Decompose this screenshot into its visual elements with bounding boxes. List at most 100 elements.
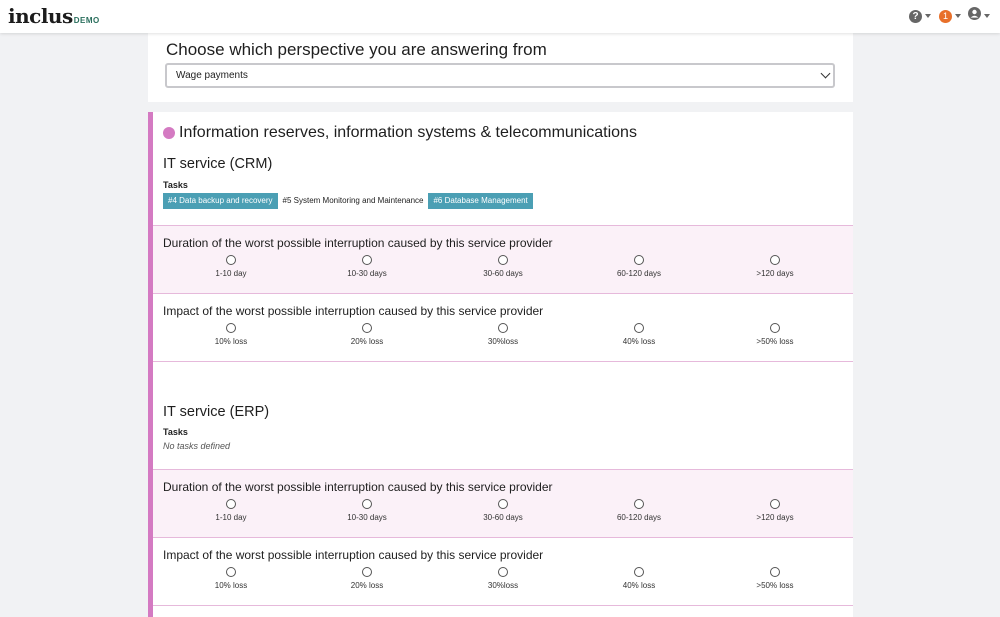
radio-option[interactable]: 20% loss bbox=[322, 567, 412, 590]
radio-label: 10% loss bbox=[214, 337, 248, 346]
notification-icon: 1 bbox=[939, 9, 952, 23]
perspective-card: Choose which perspective you are answeri… bbox=[148, 33, 853, 102]
radio-button[interactable] bbox=[634, 499, 644, 509]
top-navbar: inclusDEMO ? 1 bbox=[0, 0, 1000, 33]
radio-button[interactable] bbox=[770, 323, 780, 333]
no-tasks-text: No tasks defined bbox=[163, 441, 231, 451]
radio-label: 10-30 days bbox=[347, 269, 387, 278]
radio-option[interactable]: 1-10 day bbox=[186, 255, 276, 278]
radio-label: 20% loss bbox=[350, 337, 384, 346]
radio-option[interactable]: 10% loss bbox=[186, 567, 276, 590]
radio-button[interactable] bbox=[770, 255, 780, 265]
radio-option[interactable]: 40% loss bbox=[594, 567, 684, 590]
radio-label: 30-60 days bbox=[483, 269, 523, 278]
radio-option[interactable]: >50% loss bbox=[730, 567, 820, 590]
question-title: Duration of the worst possible interrupt… bbox=[163, 480, 553, 494]
perspective-title: Choose which perspective you are answeri… bbox=[166, 40, 547, 59]
radio-option[interactable]: 30-60 days bbox=[458, 499, 548, 522]
radio-option[interactable]: 60-120 days bbox=[594, 499, 684, 522]
perspective-selected-value: Wage payments bbox=[176, 70, 248, 81]
radio-button[interactable] bbox=[226, 499, 236, 509]
chevron-down-icon bbox=[925, 14, 931, 18]
question-title: Impact of the worst possible interruptio… bbox=[163, 548, 544, 562]
radio-option[interactable]: 10-30 days bbox=[322, 499, 412, 522]
perspective-select[interactable]: Wage payments bbox=[165, 63, 835, 88]
service-title: IT service (CRM) bbox=[163, 156, 273, 172]
radio-button[interactable] bbox=[634, 567, 644, 577]
radio-option[interactable]: 30-60 days bbox=[458, 255, 548, 278]
question-impact: Impact of the worst possible interruptio… bbox=[153, 293, 853, 361]
radio-button[interactable] bbox=[226, 567, 236, 577]
category-dot-icon bbox=[163, 127, 175, 139]
radio-label: 1-10 day bbox=[215, 513, 247, 522]
radio-label: 30-60 days bbox=[483, 513, 523, 522]
radio-label: 10% loss bbox=[214, 581, 248, 590]
radio-label: 60-120 days bbox=[616, 269, 662, 278]
radio-button[interactable] bbox=[226, 255, 236, 265]
radio-option[interactable]: 30%loss bbox=[458, 323, 548, 346]
section-divider bbox=[153, 605, 853, 617]
radio-label: 10-30 days bbox=[347, 513, 387, 522]
radio-label: 60-120 days bbox=[616, 513, 662, 522]
radio-option[interactable]: 10-30 days bbox=[322, 255, 412, 278]
radio-button[interactable] bbox=[362, 499, 372, 509]
radio-label: 30%loss bbox=[487, 581, 519, 590]
radio-option[interactable]: 20% loss bbox=[322, 323, 412, 346]
category-title: Information reserves, information system… bbox=[179, 124, 637, 141]
radio-button[interactable] bbox=[634, 323, 644, 333]
radio-option[interactable]: >50% loss bbox=[730, 323, 820, 346]
radio-option[interactable]: 1-10 day bbox=[186, 499, 276, 522]
task-tag[interactable]: #4 Data backup and recovery bbox=[163, 193, 278, 209]
category-header: Information reserves, information system… bbox=[163, 124, 637, 142]
radio-button[interactable] bbox=[362, 567, 372, 577]
logo-text: inclus bbox=[8, 4, 73, 28]
radio-button[interactable] bbox=[770, 567, 780, 577]
app-logo[interactable]: inclusDEMO bbox=[8, 4, 100, 28]
radio-button[interactable] bbox=[498, 499, 508, 509]
radio-option[interactable]: >120 days bbox=[730, 499, 820, 522]
help-icon: ? bbox=[909, 9, 922, 23]
radio-option[interactable]: 30%loss bbox=[458, 567, 548, 590]
question-title: Duration of the worst possible interrupt… bbox=[163, 236, 553, 250]
radio-label: 40% loss bbox=[622, 581, 656, 590]
radio-label: >120 days bbox=[756, 513, 794, 522]
question-duration: Duration of the worst possible interrupt… bbox=[153, 225, 853, 293]
radio-button[interactable] bbox=[362, 323, 372, 333]
user-icon bbox=[968, 7, 981, 25]
radio-button[interactable] bbox=[226, 323, 236, 333]
radio-button[interactable] bbox=[498, 567, 508, 577]
radio-button[interactable] bbox=[770, 499, 780, 509]
user-menu[interactable] bbox=[968, 7, 990, 25]
radio-label: >50% loss bbox=[756, 581, 794, 590]
radio-label: >50% loss bbox=[756, 337, 794, 346]
tasks-label: Tasks bbox=[163, 180, 188, 190]
radio-label: 40% loss bbox=[622, 337, 656, 346]
chevron-down-icon bbox=[955, 14, 961, 18]
radio-button[interactable] bbox=[498, 323, 508, 333]
question-title: Impact of the worst possible interruptio… bbox=[163, 304, 544, 318]
radio-button[interactable] bbox=[362, 255, 372, 265]
task-tag[interactable]: #5 System Monitoring and Maintenance bbox=[278, 193, 429, 209]
task-tag[interactable]: #6 Database Management bbox=[428, 193, 533, 209]
radio-label: >120 days bbox=[756, 269, 794, 278]
radio-option[interactable]: >120 days bbox=[730, 255, 820, 278]
help-menu[interactable]: ? bbox=[909, 9, 931, 23]
radio-button[interactable] bbox=[634, 255, 644, 265]
radio-label: 30%loss bbox=[487, 337, 519, 346]
radio-label: 1-10 day bbox=[215, 269, 247, 278]
service-title: IT service (ERP) bbox=[163, 404, 270, 420]
question-impact: Impact of the worst possible interruptio… bbox=[153, 537, 853, 605]
radio-option[interactable]: 40% loss bbox=[594, 323, 684, 346]
radio-button[interactable] bbox=[498, 255, 508, 265]
task-list: #4 Data backup and recovery #5 System Mo… bbox=[163, 193, 533, 209]
question-duration: Duration of the worst possible interrupt… bbox=[153, 469, 853, 537]
radio-option[interactable]: 60-120 days bbox=[594, 255, 684, 278]
tasks-label: Tasks bbox=[163, 427, 188, 437]
radio-label: 20% loss bbox=[350, 581, 384, 590]
chevron-down-icon bbox=[820, 68, 831, 79]
notifications-menu[interactable]: 1 bbox=[939, 9, 961, 23]
category-card: Information reserves, information system… bbox=[148, 112, 853, 617]
radio-option[interactable]: 10% loss bbox=[186, 323, 276, 346]
logo-demo-suffix: DEMO bbox=[73, 16, 100, 25]
chevron-down-icon bbox=[984, 14, 990, 18]
